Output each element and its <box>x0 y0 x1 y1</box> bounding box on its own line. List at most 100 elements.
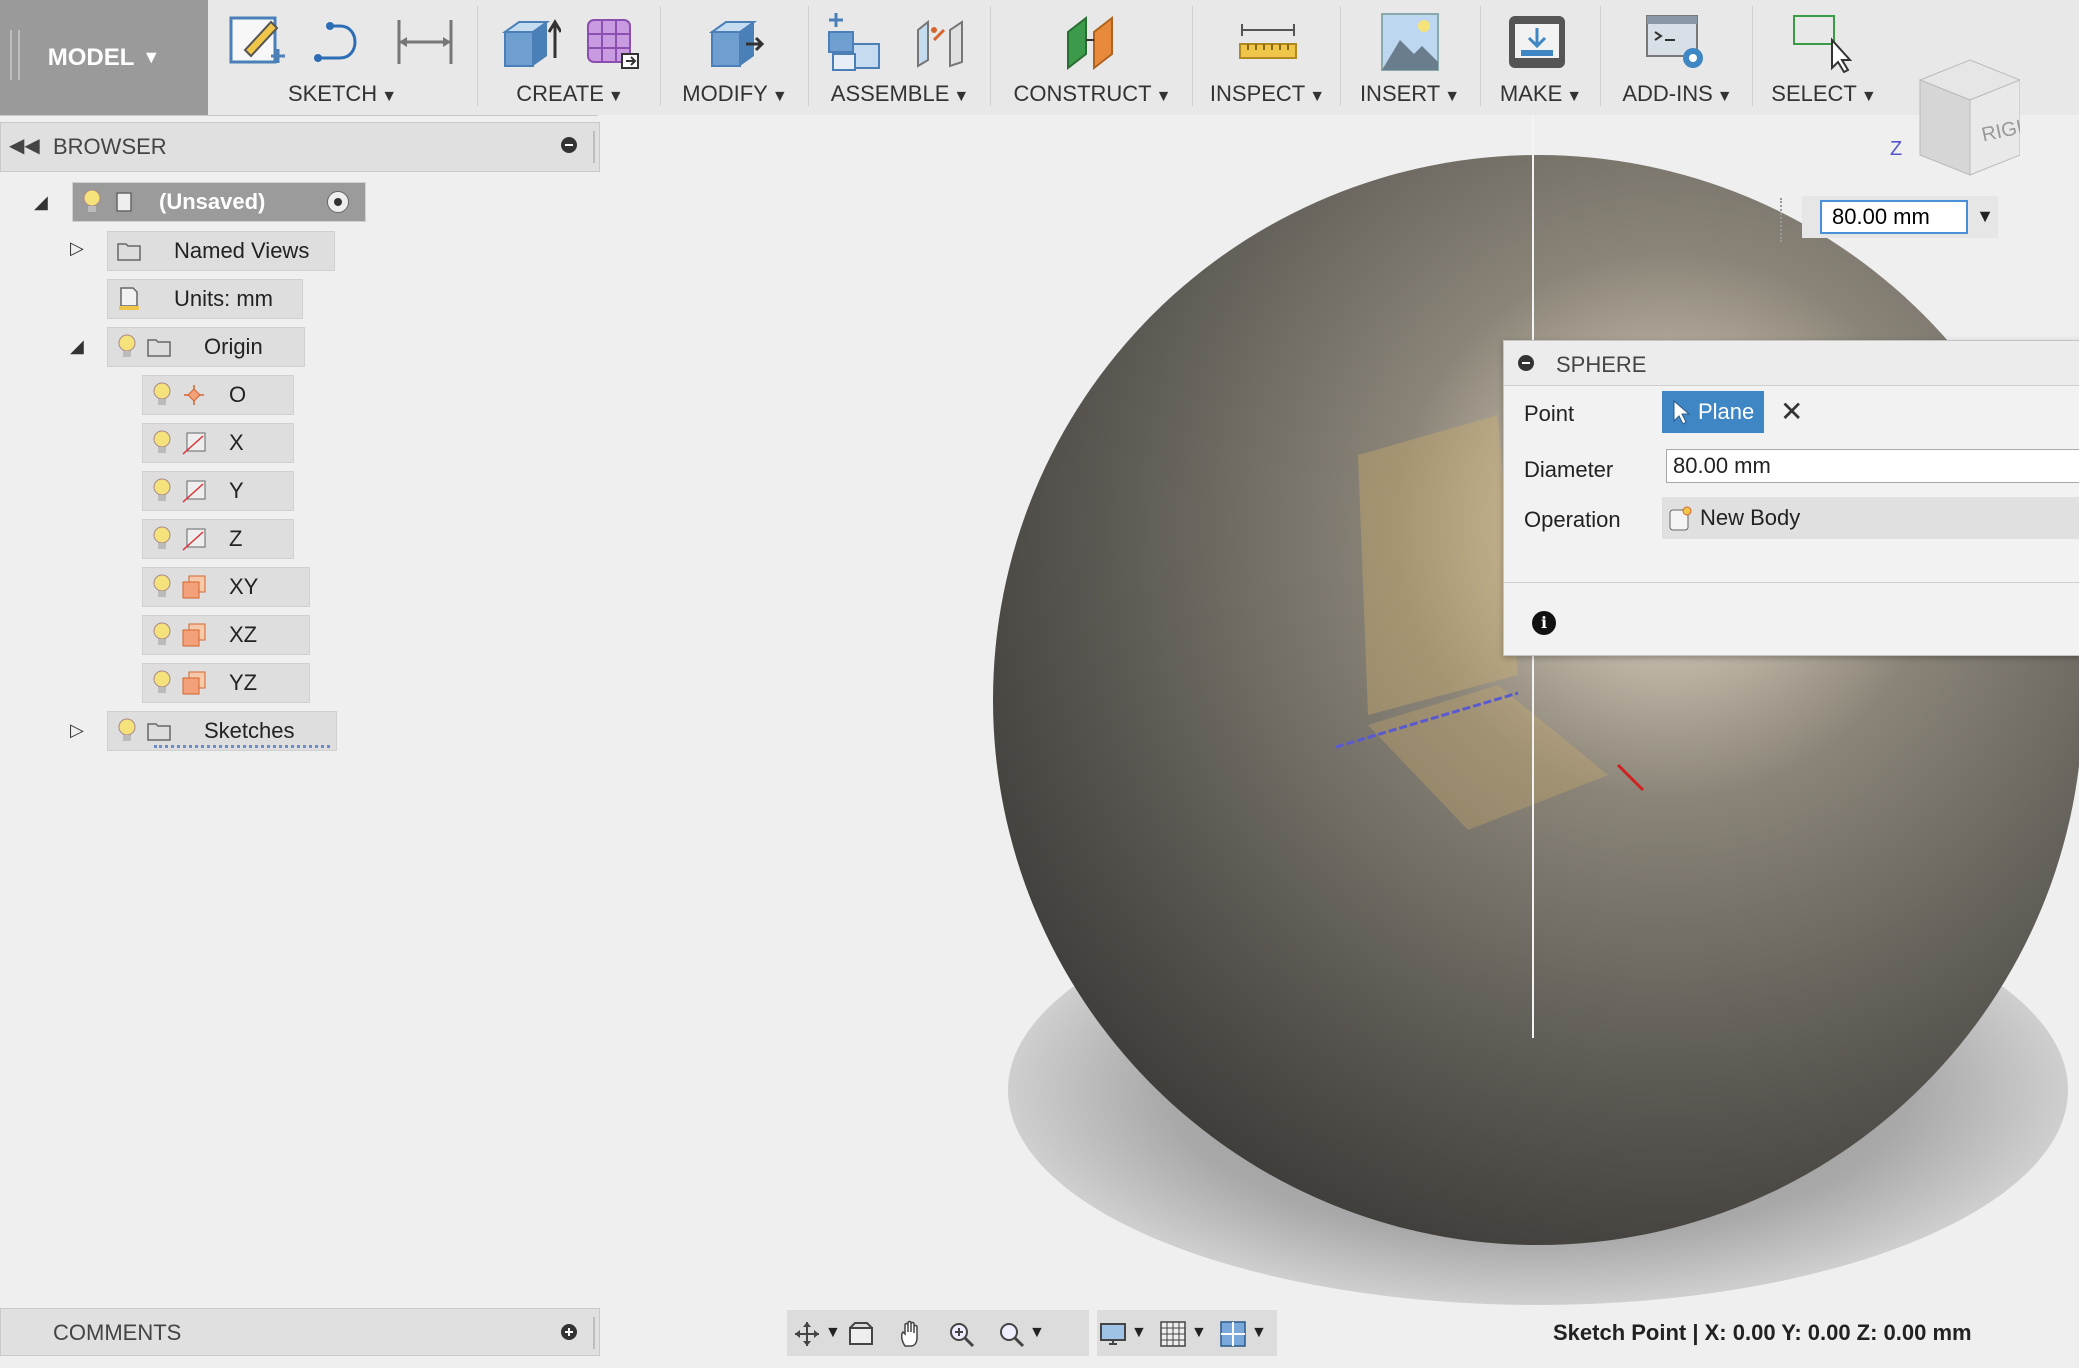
expand-triangle-icon[interactable]: ◢ <box>70 336 84 357</box>
comments-title: COMMENTS <box>53 1320 182 1345</box>
lightbulb-icon[interactable] <box>116 717 138 745</box>
select-menu[interactable]: SELECT ▼ <box>1758 81 1890 107</box>
zoom-window-icon[interactable] <box>997 1320 1025 1348</box>
panel-grip[interactable] <box>593 131 595 163</box>
insert-menu[interactable]: INSERT ▼ <box>1345 81 1475 107</box>
pan-hand-icon[interactable] <box>897 1320 925 1348</box>
3d-print-icon[interactable] <box>1505 10 1569 74</box>
offset-plane-icon[interactable] <box>1060 10 1124 74</box>
chevron-down-icon[interactable]: ▼ <box>1251 1324 1267 1342</box>
lightbulb-icon[interactable] <box>151 429 173 457</box>
tree-item-origin-point[interactable]: O <box>142 375 294 415</box>
add-comment-icon[interactable] <box>561 1324 577 1340</box>
chevron-down-icon[interactable]: ▼ <box>1976 206 1994 227</box>
workspace-switcher[interactable]: MODEL ▼ <box>0 0 208 115</box>
sketch-menu[interactable]: SKETCH ▼ <box>215 81 470 107</box>
create-menu[interactable]: CREATE ▼ <box>485 81 655 107</box>
expand-triangle-icon[interactable]: ◢ <box>34 192 48 213</box>
viewports-icon[interactable] <box>1219 1320 1247 1348</box>
construct-group[interactable]: CONSTRUCT ▼ <box>1000 0 1185 115</box>
modify-group[interactable]: MODIFY ▼ <box>670 0 800 115</box>
look-at-icon[interactable] <box>847 1320 875 1348</box>
lightbulb-icon[interactable] <box>151 669 173 697</box>
sphere-dialog-header[interactable]: SPHERE <box>1504 341 2079 386</box>
canvas-viewport[interactable] <box>598 115 2079 1305</box>
dimension-tool-icon[interactable] <box>393 10 457 74</box>
plane-icon <box>182 671 206 695</box>
plane-icon <box>182 575 206 599</box>
chevron-down-icon[interactable]: ▼ <box>1029 1324 1045 1342</box>
insert-group[interactable]: INSERT ▼ <box>1345 0 1475 115</box>
diameter-label: Diameter <box>1524 457 1614 482</box>
inspect-group[interactable]: INSPECT ▼ <box>1200 0 1335 115</box>
expand-triangle-icon[interactable]: ▷ <box>70 720 84 741</box>
tree-item-y-axis[interactable]: Y <box>142 471 294 511</box>
sketch-group[interactable]: SKETCH ▼ <box>215 0 470 115</box>
axis-icon <box>182 432 206 455</box>
lightbulb-icon[interactable] <box>151 477 173 505</box>
viewcube[interactable]: RIGHT Y Z X <box>1890 50 2020 180</box>
zoom-icon[interactable] <box>947 1320 975 1348</box>
construct-menu[interactable]: CONSTRUCT ▼ <box>1000 81 1185 107</box>
chevron-down-icon[interactable]: ▼ <box>1131 1324 1147 1342</box>
lightbulb-icon[interactable] <box>151 621 173 649</box>
collapse-icon[interactable] <box>561 137 577 153</box>
tree-item-x-axis[interactable]: X <box>142 423 294 463</box>
collapse-panel-icon[interactable]: ◀◀ <box>9 133 40 158</box>
operation-select[interactable]: New Body <box>1662 497 2079 539</box>
comments-panel-header[interactable]: COMMENTS <box>0 1308 600 1356</box>
radio-button[interactable] <box>327 191 349 213</box>
chevron-down-icon[interactable]: ▼ <box>825 1324 841 1342</box>
select-window-icon[interactable] <box>1792 10 1856 74</box>
tree-item-units[interactable]: Units: mm <box>107 279 303 319</box>
lightbulb-icon[interactable] <box>151 381 173 409</box>
tree-root[interactable]: (Unsaved) <box>72 182 366 222</box>
measure-icon[interactable] <box>1236 10 1300 74</box>
addins-menu[interactable]: ADD-INS ▼ <box>1605 81 1750 107</box>
chevron-down-icon[interactable]: ▼ <box>1191 1324 1207 1342</box>
tree-item-yz-plane[interactable]: YZ <box>142 663 310 703</box>
form-icon[interactable] <box>580 10 644 74</box>
assemble-menu[interactable]: ASSEMBLE ▼ <box>815 81 985 107</box>
tree-item-xy-plane[interactable]: XY <box>142 567 310 607</box>
units-icon <box>119 287 139 310</box>
tree-item-z-axis[interactable]: Z <box>142 519 294 559</box>
display-settings-icon[interactable] <box>1099 1320 1127 1348</box>
new-component-icon[interactable] <box>823 10 887 74</box>
expand-triangle-icon[interactable]: ▷ <box>70 238 84 259</box>
orbit-icon[interactable] <box>793 1320 821 1348</box>
panel-grip[interactable] <box>593 1317 595 1349</box>
create-group[interactable]: CREATE ▼ <box>485 0 655 115</box>
dimension-input[interactable] <box>1820 200 1968 234</box>
make-group[interactable]: MAKE ▼ <box>1485 0 1597 115</box>
lightbulb-icon[interactable] <box>116 333 138 361</box>
addins-group[interactable]: ADD-INS ▼ <box>1605 0 1750 115</box>
dimension-grip[interactable] <box>1780 198 1786 242</box>
select-group[interactable]: SELECT ▼ <box>1758 0 1890 115</box>
insert-image-icon[interactable] <box>1378 10 1442 74</box>
clear-selection-icon[interactable]: ✕ <box>1780 395 1803 428</box>
extrude-icon[interactable] <box>497 10 561 74</box>
lightbulb-icon[interactable] <box>151 525 173 553</box>
press-pull-icon[interactable] <box>702 10 766 74</box>
lightbulb-icon[interactable] <box>81 188 103 216</box>
point-selection-button[interactable]: Plane <box>1662 391 1764 433</box>
tree-item-named-views[interactable]: Named Views <box>107 231 335 271</box>
line-tool-icon[interactable] <box>310 10 374 74</box>
tree-item-origin[interactable]: Origin <box>107 327 305 367</box>
lightbulb-icon[interactable] <box>151 573 173 601</box>
create-sketch-icon[interactable] <box>225 10 289 74</box>
tree-item-xz-plane[interactable]: XZ <box>142 615 310 655</box>
assemble-group[interactable]: ASSEMBLE ▼ <box>815 0 985 115</box>
grid-icon[interactable] <box>1159 1320 1187 1348</box>
tree-item-sketches[interactable]: Sketches <box>107 711 337 751</box>
info-icon[interactable]: i <box>1532 611 1556 635</box>
joint-icon[interactable] <box>910 10 974 74</box>
diameter-input[interactable] <box>1666 449 2079 483</box>
inspect-menu[interactable]: INSPECT ▼ <box>1200 81 1335 107</box>
modify-menu[interactable]: MODIFY ▼ <box>670 81 800 107</box>
collapse-icon[interactable] <box>1518 355 1534 371</box>
toolbar-grip[interactable] <box>10 30 20 80</box>
scripts-icon[interactable] <box>1645 10 1709 74</box>
make-menu[interactable]: MAKE ▼ <box>1485 81 1597 107</box>
